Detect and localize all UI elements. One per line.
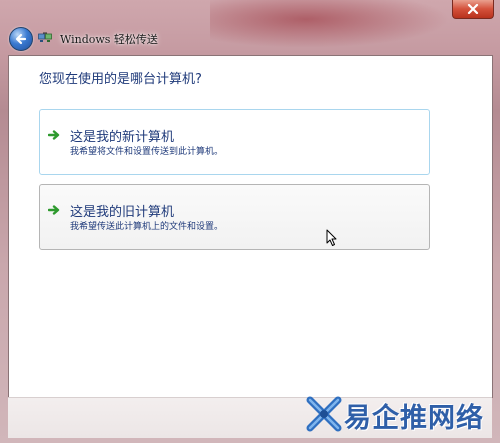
wizard-content: 您现在使用的是哪台计算机? 这是我的新计算机 我希望将文件和设置传送到此计算机。… xyxy=(8,55,493,398)
option-title: 这是我的新计算机 xyxy=(70,130,175,145)
watermark-text: 易企推网络 xyxy=(344,403,484,434)
mouse-pointer-icon xyxy=(326,229,337,246)
option-new-computer[interactable]: 这是我的新计算机 我希望将文件和设置传送到此计算机。 xyxy=(39,109,430,175)
easy-transfer-icon xyxy=(38,32,52,42)
option-old-computer[interactable]: 这是我的旧计算机 我希望传送此计算机上的文件和设置。 xyxy=(39,184,430,250)
close-icon xyxy=(467,4,479,14)
watermark-logo-icon xyxy=(306,396,342,432)
page-question: 您现在使用的是哪台计算机? xyxy=(39,72,202,87)
back-button[interactable] xyxy=(9,27,33,51)
option-description: 我希望将文件和设置传送到此计算机。 xyxy=(70,147,224,157)
window-title: Windows 轻松传送 xyxy=(60,33,158,46)
option-description: 我希望传送此计算机上的文件和设置。 xyxy=(70,222,224,232)
back-arrow-icon xyxy=(15,33,27,45)
green-arrow-icon xyxy=(48,205,60,215)
green-arrow-icon xyxy=(48,130,60,140)
option-title: 这是我的旧计算机 xyxy=(70,205,175,220)
close-button[interactable] xyxy=(452,0,494,19)
titlebar: Windows 轻松传送 xyxy=(0,0,500,56)
